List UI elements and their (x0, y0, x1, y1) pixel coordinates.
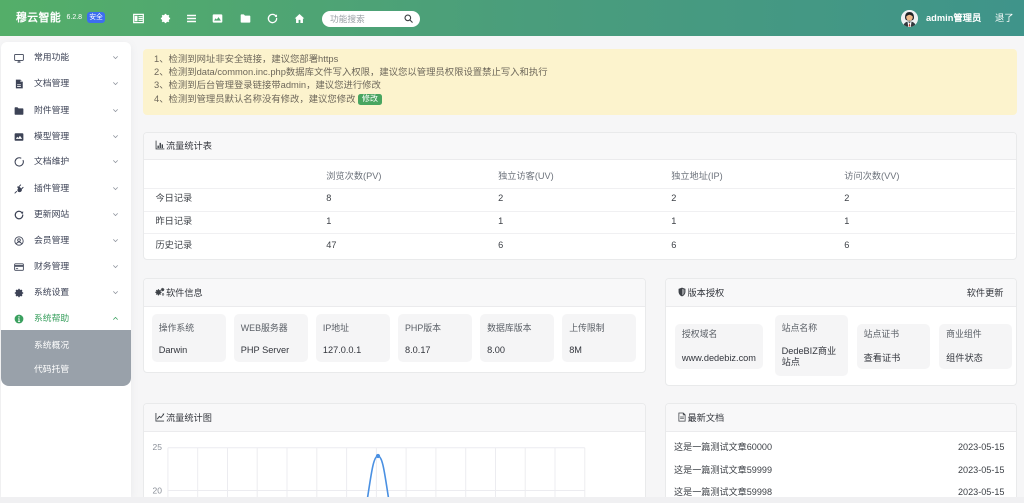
svg-text:20: 20 (153, 485, 163, 495)
svg-text:25: 25 (153, 441, 163, 451)
